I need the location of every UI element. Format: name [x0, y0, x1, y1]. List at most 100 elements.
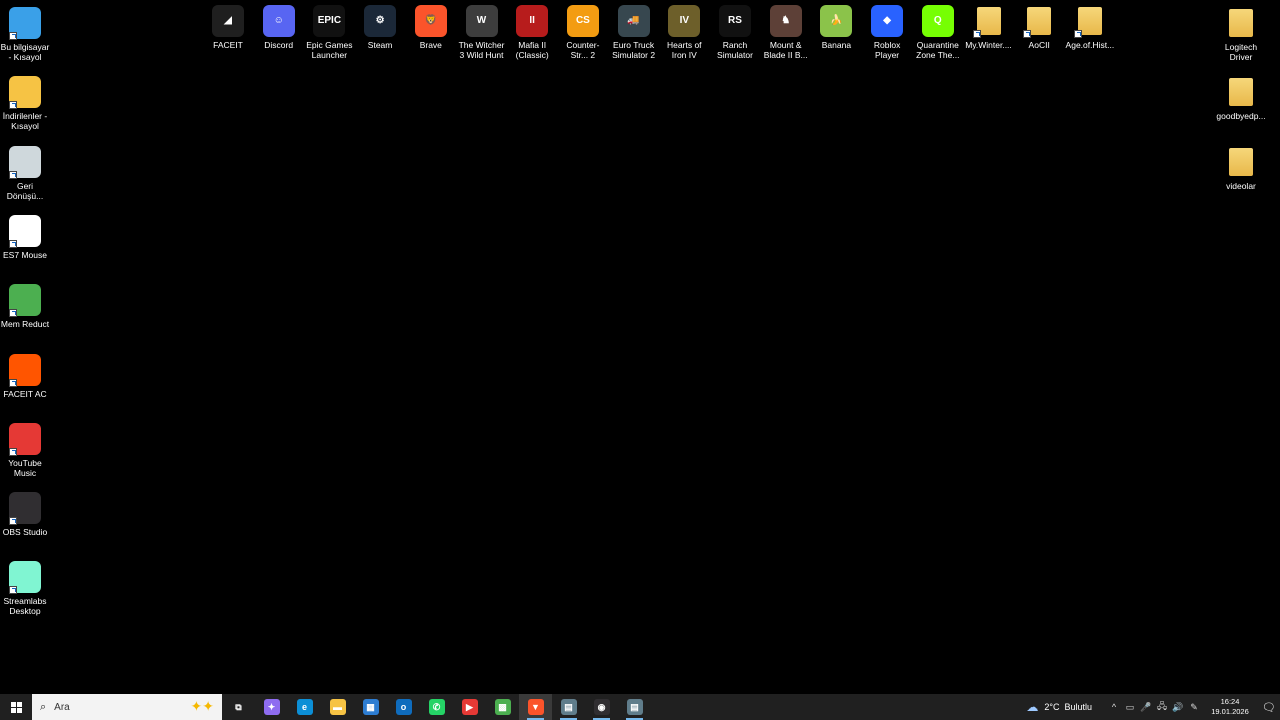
clock[interactable]: 16:24 19.01.2026 [1206, 697, 1254, 717]
search-box[interactable]: ⌕ Ara ✦✦ [32, 694, 222, 720]
desktop-icon-icons_top-10[interactable]: RS Ranch Simulator [710, 3, 760, 60]
horse-icon: ♞ [769, 5, 802, 37]
epic-games-icon: EPIC [313, 5, 346, 37]
whatsapp-icon: ✆ [428, 699, 445, 715]
desktop-icon-label: Epic Games Launcher [306, 40, 353, 60]
desktop-icon-icons_left-7[interactable]: OBS Studio [0, 490, 50, 537]
desktop-icon-icons_top-4[interactable]: 🦁 Brave [406, 3, 456, 50]
desktop-icon-icons_right-1[interactable]: goodbyedp... [1216, 74, 1266, 121]
desktop-icon-icons_top-8[interactable]: 🚚 Euro Truck Simulator 2 [609, 3, 659, 60]
computer-icon [9, 7, 41, 40]
cloud-icon: ☁ [1026, 700, 1039, 714]
desktop-icon-icons_top-1[interactable]: ☺ Discord [254, 3, 304, 50]
shortcut-arrow-icon [9, 447, 17, 456]
desktop-icon-label: Mount & Blade II B... [763, 40, 808, 60]
desktop-icon-icons_left-3[interactable]: ES7 Mouse [0, 213, 50, 260]
brave-icon: ▼ [527, 699, 544, 715]
clock-date: 19.01.2026 [1211, 707, 1249, 716]
desktop-icon-icons_top-12[interactable]: 🍌 Banana [811, 3, 861, 50]
desktop-icon-icons_left-1[interactable]: İndirilenler - Kısayol [0, 74, 50, 131]
shortcut-arrow-icon [9, 378, 17, 387]
network-icon[interactable]: 🖧 [1154, 699, 1170, 715]
taskbar-app-store[interactable]: ▦ [354, 694, 387, 720]
shortcut-arrow-icon [1073, 30, 1082, 38]
desktop-icon-icons_top-6[interactable]: II Mafia II (Classic) [507, 3, 557, 60]
taskbar-app-copilot[interactable]: ✦ [255, 694, 288, 720]
store-icon: ▦ [362, 699, 379, 715]
desktop-icon-icons_right-0[interactable]: Logitech Driver [1216, 5, 1266, 62]
edge-icon: e [296, 699, 313, 715]
desktop-icon-icons_left-8[interactable]: Streamlabs Desktop [0, 559, 50, 616]
taskbar-app-whatsapp[interactable]: ✆ [420, 694, 453, 720]
taskbar-app-youtube-music[interactable]: ▶ [453, 694, 486, 720]
desktop-icon-icons_top-3[interactable]: ⚙ Steam [355, 3, 405, 50]
notification-icon[interactable]: 🗨 [1258, 701, 1280, 714]
taskbar-app-app-window[interactable]: ▤ [552, 694, 585, 720]
folder-icon [1225, 146, 1257, 178]
folder-icon [1073, 5, 1106, 38]
taskbar-app-minecraft[interactable]: ▩ [486, 694, 519, 720]
desktop-icon-icons_top-14[interactable]: Q Quarantine Zone The... [913, 3, 963, 60]
taskbar-app-edge[interactable]: e [288, 694, 321, 720]
desktop-icon-icons_top-5[interactable]: W The Witcher 3 Wild Hunt [457, 3, 507, 60]
desktop-icon-icons_left-0[interactable]: Bu bilgisayar - Kısayol [0, 5, 50, 62]
taskbar-app-brave[interactable]: ▼ [519, 694, 552, 720]
taskbar-app-file-explorer[interactable]: ▬ [321, 694, 354, 720]
shortcut-arrow-icon [9, 101, 17, 110]
youtube-music-icon: ▶ [461, 699, 478, 715]
desktop-icon-label: FACEIT AC [3, 388, 47, 399]
obs-icon: ◉ [593, 699, 610, 715]
taskbar-app-outlook[interactable]: o [387, 694, 420, 720]
desktop-icon-label: goodbyedp... [1216, 111, 1266, 122]
desktop-icon-label: Hearts of Iron IV [667, 40, 702, 60]
weather-desc: Bulutlu [1064, 702, 1092, 712]
desktop-icon-icons_left-6[interactable]: YouTube Music [0, 421, 50, 478]
desktop-icon-icons_right-2[interactable]: videolar [1216, 144, 1266, 191]
desktop-icon-label: Age.of.Hist... [1065, 40, 1115, 50]
desktop-icon-label: Counter-Str... 2 [566, 40, 600, 60]
desktop-icon-icons_left-2[interactable]: Geri Dönüşü... [0, 144, 50, 201]
desktop-icon-icons_top-15[interactable]: My.Winter.... [964, 3, 1014, 50]
desktop-icon-icons_top-7[interactable]: CS Counter-Str... 2 [558, 3, 608, 60]
desktop-icon-icons_top-2[interactable]: EPIC Epic Games Launcher [304, 3, 354, 60]
desktop-icon-icons_top-0[interactable]: ◢ FACEIT [203, 3, 253, 50]
desktop-icon-icons_top-9[interactable]: IV Hearts of Iron IV [659, 3, 709, 60]
shortcut-arrow-icon [9, 586, 17, 595]
start-button[interactable] [0, 694, 32, 720]
taskbar-app-obs[interactable]: ◉ [585, 694, 618, 720]
desktop-icon-label: Bu bilgisayar - Kısayol [0, 42, 50, 62]
tray-app-icon[interactable]: ▭ [1122, 702, 1138, 713]
file-explorer-icon: ▬ [329, 699, 346, 715]
search-placeholder: Ara [54, 701, 70, 713]
desktop-icon-label: Brave [419, 40, 442, 50]
weather-temp: 2°C [1044, 702, 1060, 712]
desktop-icon-label: Streamlabs Desktop [3, 596, 47, 617]
desktop-icon-icons_top-17[interactable]: Age.of.Hist... [1065, 3, 1115, 50]
system-tray: ☁ 2°C Bulutlu ^ ▭ 🎤 🖧 🔊 ✎ 16:24 19.01.20… [1026, 694, 1280, 720]
pen-icon[interactable]: ✎ [1186, 702, 1202, 713]
weather-widget[interactable]: ☁ 2°C Bulutlu [1026, 700, 1092, 714]
desktop-icon-icons_top-11[interactable]: ♞ Mount & Blade II B... [761, 3, 811, 60]
youtube-music-icon [9, 422, 41, 456]
desktop-icon-icons_top-16[interactable]: AoCII [1014, 3, 1064, 50]
desktop-icon-label: Logitech Driver [1224, 42, 1258, 62]
taskbar-app-task-view[interactable]: ⧉ [222, 694, 255, 720]
shortcut-arrow-icon [972, 30, 981, 38]
desktop-icon-label: The Witcher 3 Wild Hunt [458, 40, 505, 60]
desktop-icon-label: Mem Reduct [0, 319, 50, 330]
shortcut-arrow-icon [9, 239, 17, 248]
chevron-up-icon[interactable]: ^ [1106, 702, 1122, 712]
taskbar-app-app-window-2[interactable]: ▤ [618, 694, 651, 720]
desktop-icon-icons_left-5[interactable]: FACEIT AC [0, 352, 50, 399]
search-icon: ⌕ [40, 700, 47, 713]
desktop-icon-label: YouTube Music [8, 457, 42, 478]
volume-icon[interactable]: 🔊 [1170, 702, 1186, 713]
obs-icon [9, 492, 41, 526]
desktop-icon-icons_left-4[interactable]: Mem Reduct [0, 282, 50, 329]
microphone-icon[interactable]: 🎤 [1138, 702, 1154, 713]
desktop[interactable]: Bu bilgisayar - Kısayol İndirilenler - Kı… [0, 0, 1280, 694]
desktop-icon-label: OBS Studio [2, 527, 48, 538]
desktop-icon-icons_top-13[interactable]: ◆ Roblox Player [862, 3, 912, 60]
folder-icon [1225, 7, 1257, 39]
taskbar: ⌕ Ara ✦✦ ⧉ ✦ e ▬ ▦ o ✆ ▶ ▩ ▼ ▤ ◉ ▤ ☁ 2°C Bulutlu ^ ▭… [0, 694, 1280, 720]
